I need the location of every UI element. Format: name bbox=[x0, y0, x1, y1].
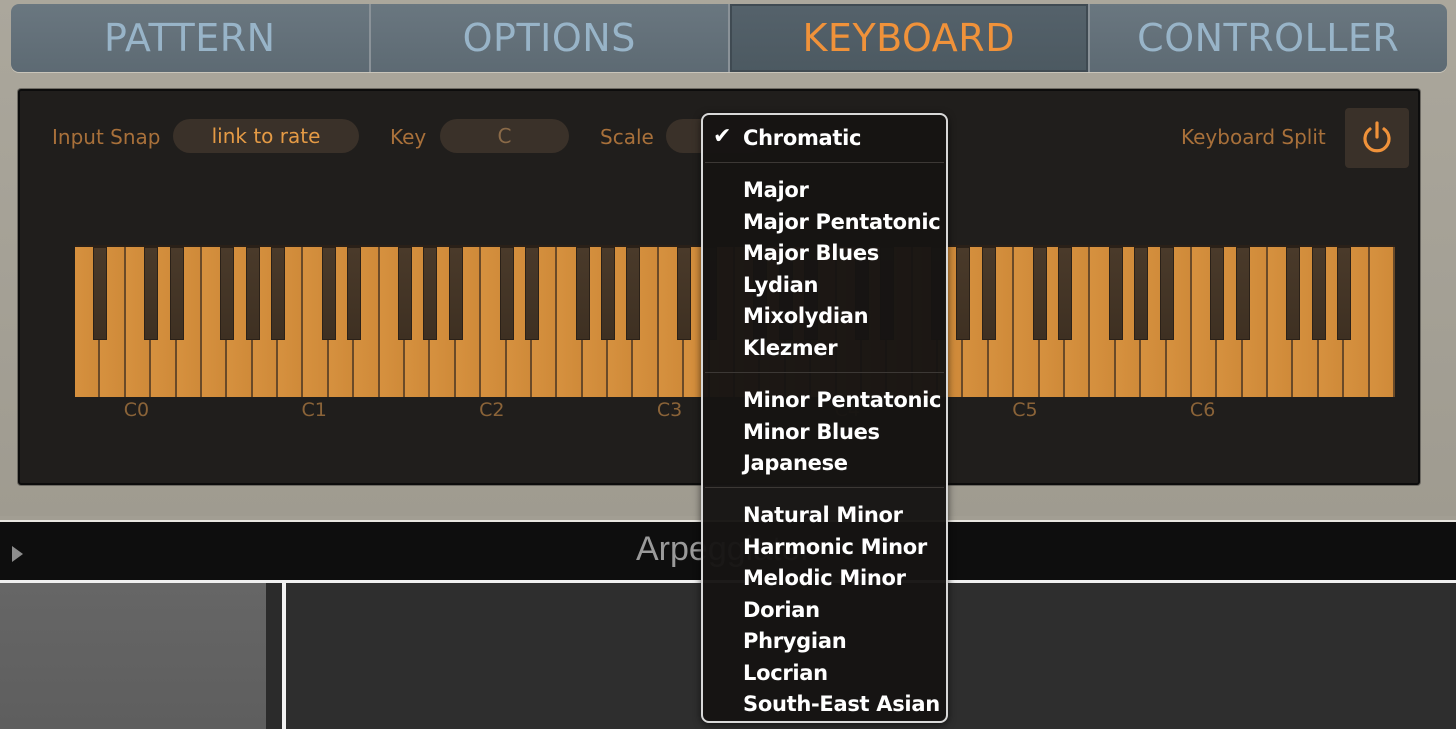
black-key-A#4[interactable] bbox=[981, 247, 996, 340]
black-key-F#5[interactable] bbox=[1108, 247, 1123, 340]
scale-option-harmonic-minor[interactable]: Harmonic Minor bbox=[743, 532, 927, 563]
scale-option-japanese[interactable]: Japanese bbox=[743, 448, 848, 479]
input-snap-dropdown[interactable]: link to rate bbox=[173, 119, 359, 153]
tab-pattern[interactable]: PATTERN bbox=[11, 4, 371, 72]
black-key-G#6[interactable] bbox=[1311, 247, 1326, 340]
disclosure-triangle-icon[interactable] bbox=[12, 546, 23, 562]
scale-option-major-pentatonic[interactable]: Major Pentatonic bbox=[743, 207, 941, 238]
scale-option-minor-pentatonic[interactable]: Minor Pentatonic bbox=[743, 385, 942, 416]
black-key-G#2[interactable] bbox=[601, 247, 616, 340]
power-icon bbox=[1363, 121, 1391, 153]
octave-label-C0: C0 bbox=[123, 399, 150, 421]
black-key-C#2[interactable] bbox=[499, 247, 514, 340]
pane-divider[interactable] bbox=[266, 583, 282, 729]
black-key-A#-1[interactable] bbox=[93, 247, 108, 340]
scale-label: Scale bbox=[600, 125, 654, 149]
checkmark-icon: ✔ bbox=[713, 124, 732, 149]
black-key-F#6[interactable] bbox=[1286, 247, 1301, 340]
tab-keyboard[interactable]: KEYBOARD bbox=[730, 4, 1090, 72]
bottom-left-pane bbox=[0, 583, 266, 729]
octave-label-C2: C2 bbox=[479, 399, 505, 421]
black-key-C#0[interactable] bbox=[144, 247, 159, 340]
scale-option-locrian[interactable]: Locrian bbox=[743, 658, 828, 689]
black-key-C#5[interactable] bbox=[1032, 247, 1047, 340]
black-key-G#4[interactable] bbox=[956, 247, 971, 340]
black-key-F#0[interactable] bbox=[220, 247, 235, 340]
tab-controller[interactable]: CONTROLLER bbox=[1089, 4, 1447, 72]
octave-label-C5: C5 bbox=[1012, 399, 1038, 421]
black-key-G#0[interactable] bbox=[245, 247, 260, 340]
black-key-D#1[interactable] bbox=[347, 247, 362, 340]
scale-option-major-blues[interactable]: Major Blues bbox=[743, 238, 879, 269]
scale-option-mixolydian[interactable]: Mixolydian bbox=[743, 301, 869, 332]
menu-separator bbox=[705, 372, 944, 373]
scale-option-south-east-asian[interactable]: South-East Asian bbox=[743, 689, 940, 720]
black-key-A#2[interactable] bbox=[626, 247, 641, 340]
scale-option-major[interactable]: Major bbox=[743, 175, 809, 206]
black-key-D#6[interactable] bbox=[1235, 247, 1250, 340]
black-key-D#2[interactable] bbox=[524, 247, 539, 340]
tab-options[interactable]: OPTIONS bbox=[370, 4, 730, 72]
scale-option-klezmer[interactable]: Klezmer bbox=[743, 333, 838, 364]
scale-option-dorian[interactable]: Dorian bbox=[743, 595, 820, 626]
octave-label-C1: C1 bbox=[301, 399, 327, 421]
black-key-F#2[interactable] bbox=[575, 247, 590, 340]
keyboard-split-label: Keyboard Split bbox=[1181, 125, 1326, 149]
scale-option-lydian[interactable]: Lydian bbox=[743, 270, 819, 301]
black-key-C#1[interactable] bbox=[321, 247, 336, 340]
scale-option-melodic-minor[interactable]: Melodic Minor bbox=[743, 563, 906, 594]
scale-option-minor-blues[interactable]: Minor Blues bbox=[743, 417, 880, 448]
black-key-D#0[interactable] bbox=[169, 247, 184, 340]
scale-option-phrygian[interactable]: Phrygian bbox=[743, 626, 847, 657]
black-key-C#3[interactable] bbox=[677, 247, 692, 340]
menu-separator bbox=[705, 487, 944, 488]
black-key-A#5[interactable] bbox=[1159, 247, 1174, 340]
white-key-C7[interactable] bbox=[1369, 247, 1395, 397]
black-key-F#1[interactable] bbox=[398, 247, 412, 340]
key-dropdown[interactable]: C bbox=[440, 119, 569, 153]
scale-menu: Chromatic ✔ Major Major Pentatonic Major Blu… bbox=[701, 113, 948, 723]
scale-option-chromatic[interactable]: Chromatic bbox=[743, 123, 861, 154]
black-key-D#5[interactable] bbox=[1058, 247, 1072, 340]
black-key-A#6[interactable] bbox=[1337, 247, 1352, 340]
black-key-G#1[interactable] bbox=[423, 247, 438, 340]
black-key-A#0[interactable] bbox=[271, 247, 286, 340]
black-key-C#6[interactable] bbox=[1210, 247, 1225, 340]
octave-label-C3: C3 bbox=[656, 399, 683, 421]
black-key-A#1[interactable] bbox=[448, 247, 463, 340]
keyboard-split-toggle[interactable] bbox=[1345, 108, 1409, 168]
menu-separator bbox=[705, 162, 944, 163]
input-snap-label: Input Snap bbox=[52, 125, 161, 149]
key-label: Key bbox=[390, 125, 427, 149]
octave-label-C6: C6 bbox=[1189, 399, 1216, 421]
tab-bar: PATTERN OPTIONS KEYBOARD CONTROLLER bbox=[11, 4, 1447, 72]
scale-option-natural-minor[interactable]: Natural Minor bbox=[743, 500, 903, 531]
black-key-G#5[interactable] bbox=[1134, 247, 1149, 340]
